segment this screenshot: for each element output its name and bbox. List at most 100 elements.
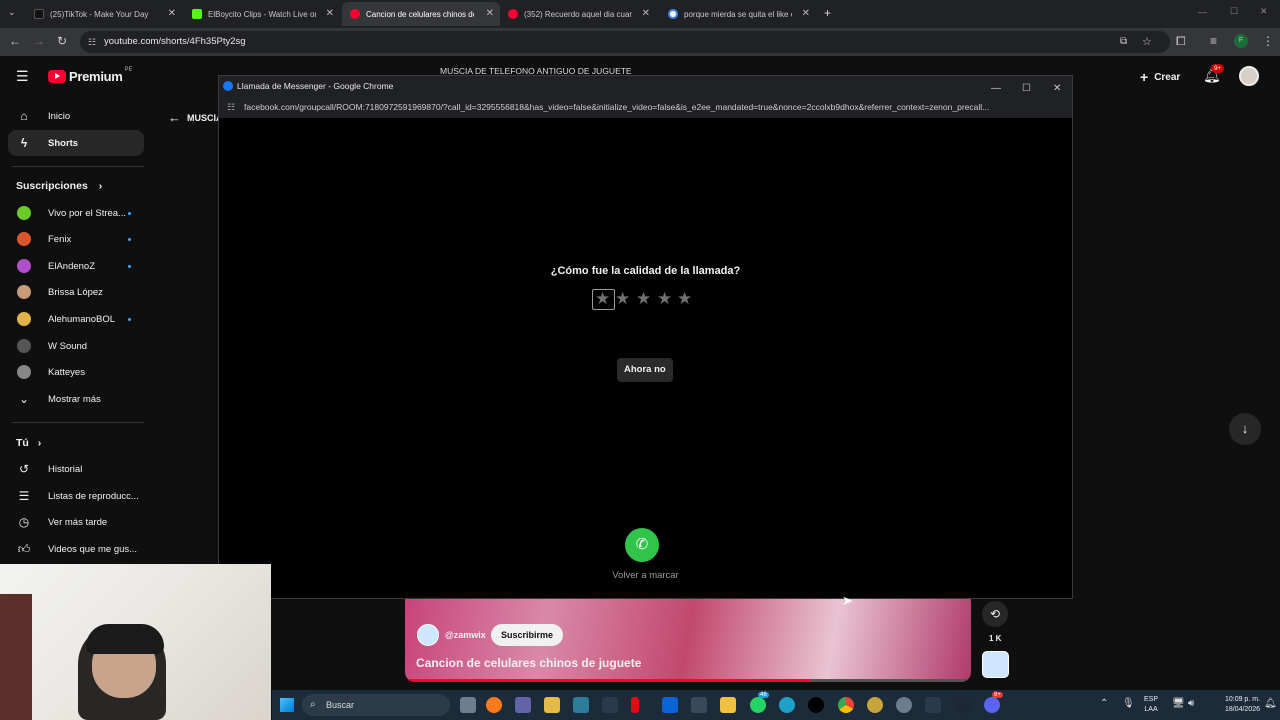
forward-icon[interactable]: → bbox=[33, 34, 45, 48]
firefox-icon[interactable] bbox=[486, 697, 502, 713]
close-tab-icon[interactable]: ✕ bbox=[802, 8, 810, 19]
reload-icon[interactable]: ↻ bbox=[57, 34, 67, 48]
back-icon[interactable]: ← bbox=[9, 34, 21, 48]
language-indicator[interactable]: ESP LAA bbox=[1144, 695, 1158, 715]
close-tab-icon[interactable]: ✕ bbox=[486, 8, 494, 19]
network-icon[interactable]: 🖥︎ bbox=[1172, 698, 1185, 709]
subscription-item[interactable]: ElAndenoZ bbox=[0, 253, 146, 279]
close-tab-icon[interactable]: ✕ bbox=[168, 8, 176, 19]
show-more-button[interactable]: ⌄ Mostrar más bbox=[0, 386, 146, 412]
taskbar-search[interactable]: ⌕ Buscar bbox=[302, 694, 450, 716]
star-2-icon[interactable]: ★ bbox=[615, 289, 630, 309]
app-icon[interactable] bbox=[925, 697, 941, 713]
account-avatar[interactable] bbox=[1239, 66, 1259, 86]
subscribe-button[interactable]: Suscribirme bbox=[491, 624, 564, 646]
new-tab-icon[interactable]: + bbox=[824, 6, 831, 20]
notifications-button[interactable]: 🔔︎ 9+ bbox=[1203, 64, 1225, 85]
subscription-item[interactable]: W Sound bbox=[0, 333, 146, 359]
youtube-icon bbox=[508, 9, 518, 19]
chevron-up-icon[interactable]: ⌃ bbox=[1100, 698, 1108, 709]
app-icon[interactable] bbox=[867, 697, 883, 713]
next-short-button[interactable]: ↓ bbox=[1229, 413, 1261, 445]
browser-tab[interactable]: (352) Recuerdo aquel dia cuand ✕ bbox=[500, 2, 656, 26]
teams-icon[interactable] bbox=[515, 697, 531, 713]
app-icon[interactable] bbox=[602, 697, 618, 713]
task-view-icon[interactable] bbox=[460, 697, 476, 713]
progress-fill bbox=[405, 679, 810, 682]
browser-tab[interactable]: ElBoycito Clips - Watch Live on ✕ bbox=[184, 2, 340, 26]
address-bar[interactable]: ☷ youtube.com/shorts/4Fh35Pty2sg ⧉ ☆ bbox=[80, 31, 1170, 53]
channel-name: ElAndenoZ bbox=[48, 260, 96, 272]
not-now-button[interactable]: Ahora no bbox=[617, 358, 673, 382]
outlook-icon[interactable] bbox=[662, 697, 678, 713]
app-icon[interactable] bbox=[691, 697, 707, 713]
edge-icon[interactable] bbox=[779, 697, 795, 713]
maximize-icon[interactable]: ☐ bbox=[1230, 6, 1238, 17]
progress-bar[interactable] bbox=[405, 679, 971, 682]
sidebar-item-liked-videos[interactable]: 👍︎ Videos que me gus... bbox=[0, 536, 146, 562]
youtube-premium-logo[interactable]: Premium PE bbox=[48, 67, 133, 84]
microphone-icon[interactable]: 🎙︎ bbox=[1122, 698, 1135, 709]
chrome-icon[interactable] bbox=[838, 697, 854, 713]
redial-button[interactable]: ✆ bbox=[625, 528, 659, 562]
channel-avatar[interactable] bbox=[417, 624, 439, 646]
sidebar-item-inicio[interactable]: ⌂ Inicio bbox=[0, 103, 146, 129]
notifications-icon[interactable]: 🔔︎ bbox=[1264, 698, 1277, 709]
browser-tab-active[interactable]: Cancion de celulares chinos de ✕ bbox=[342, 2, 500, 26]
close-tab-icon[interactable]: ✕ bbox=[326, 8, 334, 19]
shorts-back-button[interactable]: ← MUSCIA bbox=[168, 110, 223, 125]
whatsapp-icon[interactable]: 46 bbox=[750, 692, 769, 713]
tab-title: ElBoycito Clips - Watch Live on bbox=[208, 9, 316, 19]
star-3-icon[interactable]: ★ bbox=[636, 289, 651, 309]
google-icon bbox=[668, 9, 678, 19]
star-1-icon[interactable]: ★ bbox=[595, 289, 610, 309]
sound-thumbnail[interactable] bbox=[982, 651, 1009, 678]
browser-menu-icon[interactable]: ⋮ bbox=[1262, 34, 1274, 48]
minimize-icon[interactable]: — bbox=[1198, 7, 1207, 17]
site-info-icon[interactable]: ☷ bbox=[88, 31, 96, 53]
windows-start-icon[interactable] bbox=[280, 698, 294, 712]
channel-handle[interactable]: @zamwix bbox=[445, 630, 486, 640]
you-header[interactable]: Tú › bbox=[16, 437, 41, 449]
subscription-item[interactable]: Katteyes bbox=[0, 359, 146, 385]
subscription-item[interactable]: Vivo por el Strea... bbox=[0, 200, 146, 226]
volume-icon[interactable]: 🔊︎ bbox=[1188, 698, 1194, 709]
extensions-icon[interactable]: ⧠ bbox=[1176, 34, 1186, 49]
sidebar-item-playlists[interactable]: ☰ Listas de reproducc... bbox=[0, 483, 146, 509]
subscription-item[interactable]: Brissa López bbox=[0, 279, 146, 305]
close-window-icon[interactable]: ✕ bbox=[1260, 6, 1268, 17]
app-icon[interactable] bbox=[896, 697, 912, 713]
sidebar-item-label: Historial bbox=[48, 463, 83, 475]
browser-tab[interactable]: porque mierda se quita el like e ✕ bbox=[660, 2, 816, 26]
steam-icon[interactable] bbox=[954, 697, 970, 713]
star-4-icon[interactable]: ★ bbox=[657, 289, 672, 309]
subscription-item[interactable]: Fenix bbox=[0, 226, 146, 252]
subscriptions-header[interactable]: Suscripciones › bbox=[16, 180, 102, 192]
media-control-icon[interactable]: ≡ bbox=[1210, 34, 1217, 48]
shorts-player[interactable]: @zamwix Suscribirme Cancion de celulares… bbox=[405, 598, 971, 682]
star-5-icon[interactable]: ★ bbox=[677, 289, 692, 309]
browser-tab[interactable]: (25)TikTok - Make Your Day ✕ bbox=[26, 2, 182, 26]
bookmark-star-icon[interactable]: ☆ bbox=[1142, 31, 1152, 53]
remix-button[interactable]: ⟲ bbox=[982, 601, 1008, 627]
sidebar-item-historial[interactable]: ↺ Historial bbox=[0, 456, 146, 482]
tab-search-icon[interactable]: ⌄ bbox=[8, 7, 16, 18]
file-explorer-icon[interactable] bbox=[720, 697, 736, 713]
netflix-icon[interactable] bbox=[631, 697, 639, 713]
close-tab-icon[interactable]: ✕ bbox=[642, 8, 650, 19]
install-app-icon[interactable]: ⧉ bbox=[1120, 31, 1127, 53]
sidebar-item-shorts[interactable]: ϟ Shorts bbox=[8, 130, 144, 156]
hamburger-menu-icon[interactable]: ☰ bbox=[16, 68, 29, 85]
sidebar-item-watch-later[interactable]: ◷ Ver más tarde bbox=[0, 509, 146, 535]
star-rating[interactable]: ★ ★ ★ ★ ★ bbox=[592, 289, 702, 311]
create-button[interactable]: + Crear bbox=[1140, 69, 1180, 85]
microsoft-store-icon[interactable] bbox=[544, 697, 560, 713]
subscription-item[interactable]: AlehumanoBOL bbox=[0, 306, 146, 332]
profile-avatar[interactable]: F bbox=[1234, 34, 1248, 48]
tiktok-icon[interactable] bbox=[808, 697, 824, 713]
clock[interactable]: 10:09 p. m. 18/04/2026 bbox=[1216, 695, 1260, 715]
popup-address-bar[interactable]: ☷ facebook.com/groupcall/ROOM:7180972591… bbox=[219, 96, 1072, 118]
discord-icon[interactable]: 9+ bbox=[984, 692, 1003, 713]
app-icon[interactable] bbox=[573, 697, 589, 713]
tiktok-icon bbox=[34, 9, 44, 19]
